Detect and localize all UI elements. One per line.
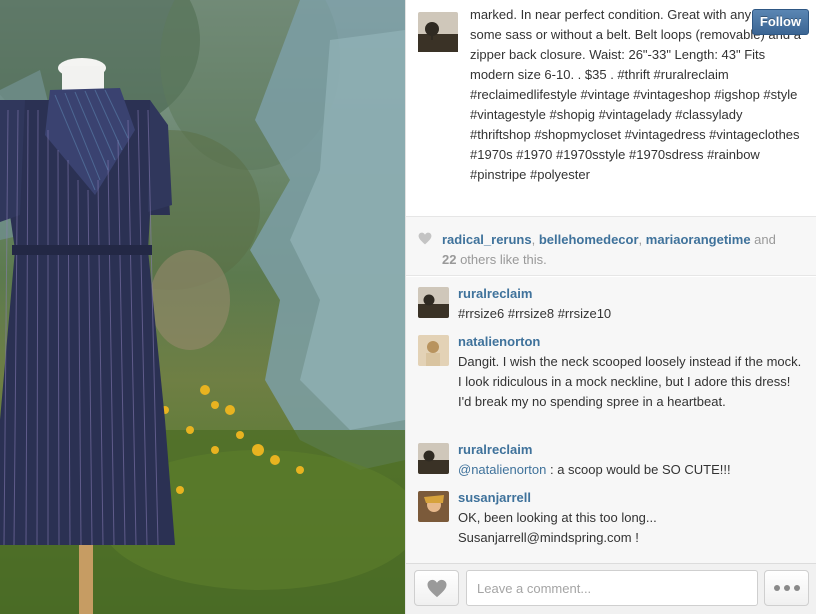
likes-separator: , [531,232,539,247]
comment-text: OK, been looking at this too long... Sus… [458,510,657,545]
more-dots-icon [793,585,800,591]
dress-photo-illustration [0,0,405,614]
liker-link[interactable]: mariaorangetime [646,232,751,247]
follow-button[interactable]: Follow [752,9,809,35]
commenter-username[interactable]: ruralreclaim [458,442,532,457]
likes-count[interactable]: 22 [442,252,456,267]
comment-text-rest: : a scoop would be SO CUTE!!! [546,462,731,477]
heart-icon [427,579,447,598]
comment-text: @natalienorton : a scoop would be SO CUT… [458,460,803,480]
post-photo[interactable] [0,0,405,614]
mention-link[interactable]: @natalienorton [458,462,546,477]
comments-list[interactable]: ruralreclaim #rrsize6 #rrsize8 #rrsize10… [406,277,816,563]
comment-text: Dangit. I wish the neck scooped loosely … [458,354,802,409]
liker-link[interactable]: bellehomedecor [539,232,639,247]
more-dots-icon [783,585,790,591]
more-dots-icon [773,585,780,591]
likes-separator: , [638,232,646,247]
post-details-panel: marked. In near perfect condition. Great… [405,0,816,614]
commenter-avatar[interactable] [418,443,449,474]
comment-input[interactable] [466,570,758,606]
comment-footer [406,563,816,614]
liker-link[interactable]: radical_reruns [442,232,532,247]
commenter-username[interactable]: susanjarrell [458,490,531,505]
like-button[interactable] [414,570,459,606]
commenter-username[interactable]: ruralreclaim [458,286,532,301]
commenter-avatar[interactable] [418,491,449,522]
commenter-username[interactable]: natalienorton [458,334,540,349]
more-options-button[interactable] [764,570,809,606]
author-avatar[interactable] [418,12,458,57]
likes-suffix: others like this. [456,252,547,267]
commenter-avatar[interactable] [418,287,449,318]
commenter-avatar[interactable] [418,335,449,366]
likes-section: radical_reruns, bellehomedecor, mariaora… [406,216,816,276]
comment-text: #rrsize6 #rrsize8 #rrsize10 [458,306,612,321]
likes-and: and [750,232,776,247]
heart-icon [418,232,432,245]
likes-text: radical_reruns, bellehomedecor, mariaora… [442,230,810,270]
